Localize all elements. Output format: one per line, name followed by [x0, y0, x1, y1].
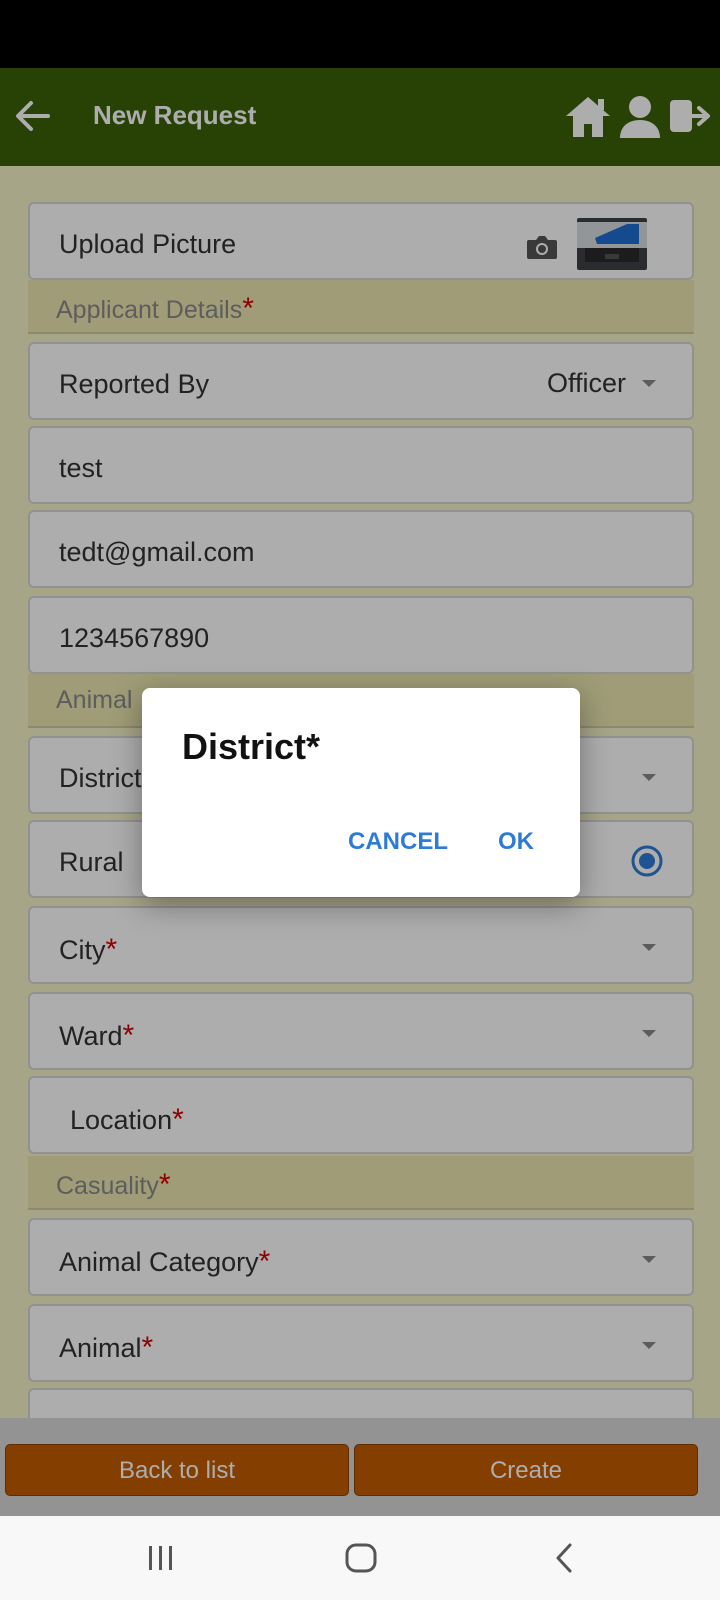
dialog-title: District* [182, 726, 321, 767]
back-nav-icon[interactable] [552, 1536, 576, 1585]
ok-button[interactable]: OK [498, 828, 534, 856]
district-dialog: District* CANCEL OK [142, 688, 580, 897]
system-nav-bar [0, 1516, 720, 1600]
home-nav-icon[interactable] [344, 1536, 378, 1585]
cancel-button[interactable]: CANCEL [348, 828, 448, 856]
recent-apps-icon[interactable] [146, 1536, 176, 1585]
